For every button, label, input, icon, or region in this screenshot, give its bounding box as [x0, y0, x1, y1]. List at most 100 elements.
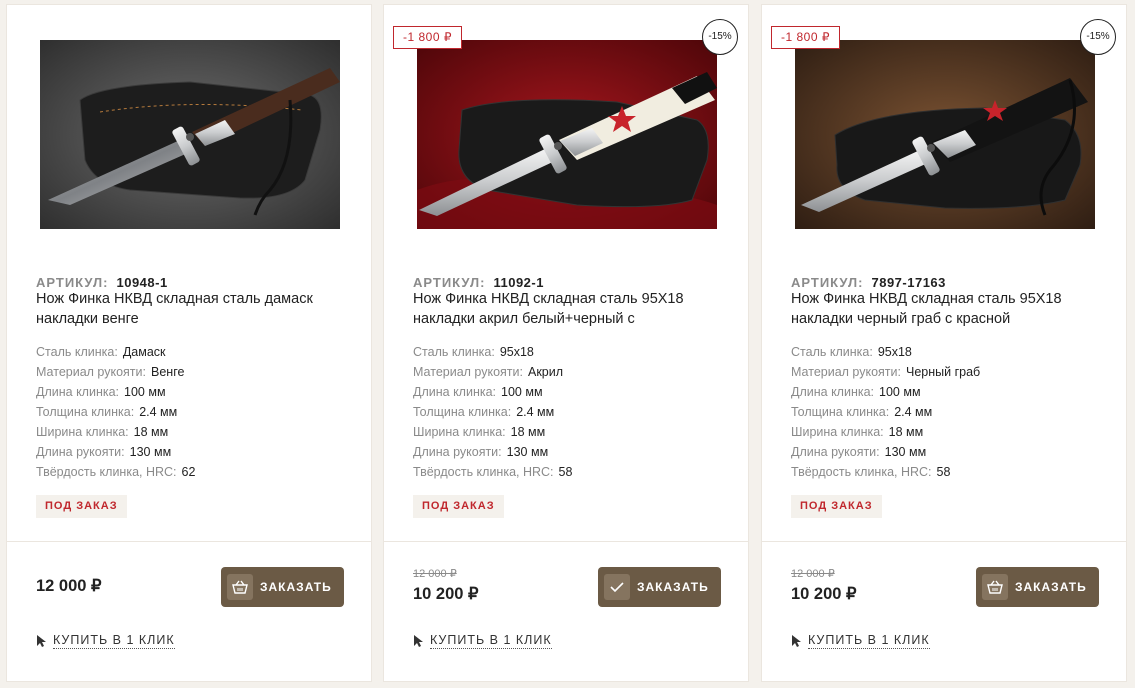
cursor-icon — [414, 635, 423, 647]
product-card: -1 800 ₽ -15% АРТИКУЛ: 11092-1 Нож Финка … — [383, 4, 749, 682]
price: 10 200 ₽ — [413, 585, 479, 603]
spec-key: Толщина клинка: — [413, 405, 512, 419]
spec-row: Твёрдость клинка, HRC: 58 — [791, 462, 980, 482]
sku: АРТИКУЛ: 11092-1 — [413, 275, 544, 290]
spec-key: Материал рукояти: — [413, 365, 523, 379]
spec-key: Длина клинка: — [36, 385, 120, 399]
spec-key: Длина рукояти: — [413, 445, 502, 459]
spec-key: Длина рукояти: — [791, 445, 880, 459]
buy-one-click-link[interactable]: КУПИТЬ В 1 КЛИК — [791, 633, 930, 649]
spec-value: 58 — [558, 465, 573, 479]
product-image[interactable] — [795, 40, 1095, 229]
spec-key: Толщина клинка: — [791, 405, 890, 419]
spec-row: Длина рукояти: 130 мм — [413, 442, 572, 462]
spec-row: Длина клинка: 100 мм — [36, 382, 195, 402]
sku-label: АРТИКУЛ: — [413, 275, 486, 290]
spec-key: Длина клинка: — [413, 385, 497, 399]
old-price: 12 000 ₽ — [413, 568, 457, 580]
product-image[interactable] — [417, 40, 717, 229]
discount-amount-badge: -1 800 ₽ — [393, 26, 462, 49]
buy-one-click-link[interactable]: КУПИТЬ В 1 КЛИК — [36, 633, 175, 649]
product-title[interactable]: Нож Финка НКВД складная сталь 95Х18 накл… — [791, 289, 1111, 331]
spec-row: Толщина клинка: 2.4 мм — [413, 402, 572, 422]
sku-value: 10948-1 — [116, 275, 168, 290]
order-button[interactable]: ЗАКАЗАТЬ — [976, 567, 1099, 607]
order-button-label: ЗАКАЗАТЬ — [637, 580, 709, 594]
order-button-label: ЗАКАЗАТЬ — [260, 580, 332, 594]
spec-row: Длина клинка: 100 мм — [791, 382, 980, 402]
product-card: -1 800 ₽ -15% АРТИКУЛ: 7897-17163 Нож Фин… — [761, 4, 1127, 682]
spec-row: Сталь клинка: 95х18 — [791, 342, 980, 362]
spec-key: Длина рукояти: — [36, 445, 125, 459]
buy-one-click-label: КУПИТЬ В 1 КЛИК — [430, 633, 552, 649]
spec-value: 130 мм — [506, 445, 549, 459]
spec-value: 130 мм — [884, 445, 927, 459]
spec-key: Сталь клинка: — [791, 345, 873, 359]
sku: АРТИКУЛ: 10948-1 — [36, 275, 168, 290]
price: 10 200 ₽ — [791, 585, 857, 603]
product-title[interactable]: Нож Финка НКВД складная сталь дамаск нак… — [36, 289, 356, 331]
spec-key: Толщина клинка: — [36, 405, 135, 419]
checkmark-icon — [604, 574, 630, 600]
divider — [384, 541, 748, 542]
spec-key: Материал рукояти: — [791, 365, 901, 379]
spec-key: Ширина клинка: — [413, 425, 506, 439]
spec-value: Черный граб — [906, 365, 981, 379]
order-button[interactable]: ЗАКАЗАТЬ — [598, 567, 721, 607]
buy-one-click-label: КУПИТЬ В 1 КЛИК — [808, 633, 930, 649]
sku-value: 11092-1 — [493, 275, 544, 290]
spec-key: Ширина клинка: — [791, 425, 884, 439]
cursor-icon — [37, 635, 46, 647]
spec-row: Сталь клинка: 95х18 — [413, 342, 572, 362]
spec-value: 95х18 — [499, 345, 534, 359]
discount-percent-badge: -15% — [1080, 19, 1116, 55]
spec-value: Акрил — [528, 365, 564, 379]
spec-row: Твёрдость клинка, HRC: 62 — [36, 462, 195, 482]
basket-icon — [227, 574, 253, 600]
spec-row: Длина рукояти: 130 мм — [791, 442, 980, 462]
spec-key: Сталь клинка: — [413, 345, 495, 359]
sku-label: АРТИКУЛ: — [36, 275, 109, 290]
discount-amount-badge: -1 800 ₽ — [771, 26, 840, 49]
spec-key: Материал рукояти: — [36, 365, 146, 379]
spec-value: 95х18 — [877, 345, 912, 359]
cursor-icon — [792, 635, 801, 647]
sku-value: 7897-17163 — [871, 275, 946, 290]
spec-value: 2.4 мм — [516, 405, 555, 419]
availability-badge: ПОД ЗАКАЗ — [36, 495, 127, 518]
buy-one-click-link[interactable]: КУПИТЬ В 1 КЛИК — [413, 633, 552, 649]
spec-list: Сталь клинка: 95х18 Материал рукояти: Черн… — [791, 342, 980, 482]
spec-value: 18 мм — [133, 425, 169, 439]
divider — [762, 541, 1126, 542]
divider — [7, 541, 371, 542]
product-title[interactable]: Нож Финка НКВД складная сталь 95Х18 накл… — [413, 289, 733, 331]
spec-value: 130 мм — [129, 445, 172, 459]
availability-badge: ПОД ЗАКАЗ — [413, 495, 504, 518]
buy-one-click-label: КУПИТЬ В 1 КЛИК — [53, 633, 175, 649]
spec-key: Сталь клинка: — [36, 345, 118, 359]
spec-key: Длина клинка: — [791, 385, 875, 399]
spec-value: 18 мм — [888, 425, 924, 439]
spec-value: Венге — [151, 365, 185, 379]
spec-row: Твёрдость клинка, HRC: 58 — [413, 462, 572, 482]
spec-key: Твёрдость клинка, HRC: — [791, 465, 932, 479]
product-image[interactable] — [40, 40, 340, 229]
spec-value: 100 мм — [501, 385, 543, 399]
product-card: АРТИКУЛ: 10948-1 Нож Финка НКВД складная … — [6, 4, 372, 682]
discount-percent-badge: -15% — [702, 19, 738, 55]
spec-row: Длина клинка: 100 мм — [413, 382, 572, 402]
product-grid: АРТИКУЛ: 10948-1 Нож Финка НКВД складная … — [0, 0, 1135, 688]
order-button[interactable]: ЗАКАЗАТЬ — [221, 567, 344, 607]
spec-value: 18 мм — [510, 425, 546, 439]
spec-value: Дамаск — [122, 345, 166, 359]
spec-row: Длина рукояти: 130 мм — [36, 442, 195, 462]
basket-icon — [982, 574, 1008, 600]
spec-value: 100 мм — [879, 385, 921, 399]
spec-row: Толщина клинка: 2.4 мм — [791, 402, 980, 422]
availability-badge: ПОД ЗАКАЗ — [791, 495, 882, 518]
price: 12 000 ₽ — [36, 577, 102, 595]
spec-value: 58 — [936, 465, 951, 479]
spec-row: Ширина клинка: 18 мм — [413, 422, 572, 442]
spec-value: 100 мм — [124, 385, 166, 399]
spec-list: Сталь клинка: 95х18 Материал рукояти: Акри… — [413, 342, 572, 482]
